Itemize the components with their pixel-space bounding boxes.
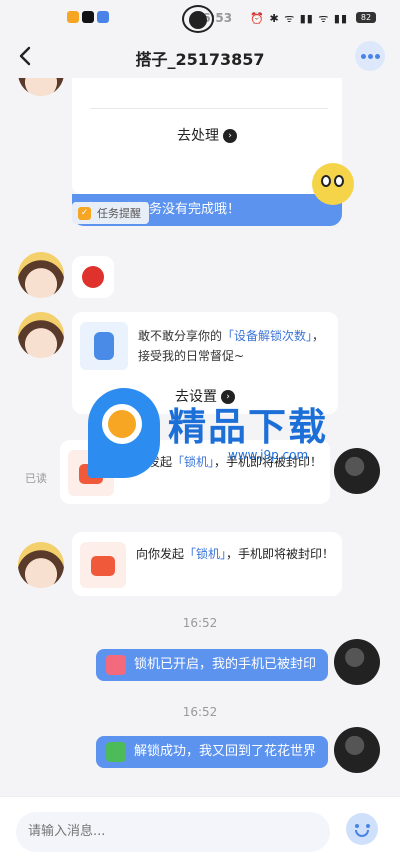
timestamp: 16:52 <box>182 616 218 630</box>
top-bar: 搭子_25173857 <box>0 36 400 78</box>
camera-cutout <box>182 5 214 33</box>
mascot-icon <box>312 163 354 205</box>
my-avatar[interactable] <box>334 727 380 773</box>
unlock-icon <box>105 742 126 762</box>
share-card-highlight: 「设备解锁次数」 <box>222 329 313 343</box>
watermark-brand: 精品下载 <box>168 405 329 449</box>
task-reminder-tag[interactable]: ✓ 任务提醒 <box>72 202 149 224</box>
divider <box>90 108 328 109</box>
tiktok-icon <box>82 11 94 23</box>
handle-task-button[interactable]: 去处理 › <box>72 125 342 145</box>
chat-title: 搭子_25173857 <box>135 50 265 69</box>
notification-icons <box>67 11 109 23</box>
status-bar: 16:53 ⏰ ✱ ᯤ ▮▮ ᯤ ▮▮ 82 <box>0 0 400 36</box>
angry-emoji-message[interactable] <box>72 256 114 298</box>
my-avatar[interactable] <box>334 448 380 494</box>
handle-task-label: 去处理 <box>177 128 219 144</box>
task-card[interactable]: 去处理 › 今天还有任务没有完成哦！ <box>72 78 342 226</box>
partner-avatar[interactable] <box>18 252 64 298</box>
battery-indicator: 82 <box>356 12 376 23</box>
watermark: 精品下载 www.j9p.com <box>88 388 328 498</box>
partner-avatar[interactable] <box>18 542 64 588</box>
more-options-icon[interactable] <box>355 41 385 71</box>
unlock-success-message[interactable]: 解锁成功，我又回到了花花世界 <box>95 736 328 768</box>
lock-icon <box>105 655 126 675</box>
timestamp: 16:52 <box>182 705 218 719</box>
check-icon: ✓ <box>78 206 91 220</box>
partner-avatar[interactable] <box>18 312 64 358</box>
app-notification-icon <box>67 11 79 23</box>
task-reminder-label: 任务提醒 <box>97 207 141 220</box>
share-card-text: 敢不敢分享你的「设备解锁次数」，接受我的日常督促~ <box>138 329 325 363</box>
lock-card-text: 向你发起「锁机」，手机即将被封印！ <box>136 547 335 561</box>
chevron-right-icon: › <box>223 129 237 143</box>
emoji-icon[interactable] <box>346 813 378 845</box>
app-notification-icon <box>97 11 109 23</box>
system-status-icons: ⏰ ✱ ᯤ ▮▮ ᯤ ▮▮ <box>250 12 348 25</box>
my-avatar[interactable] <box>334 639 380 685</box>
watermark-logo-icon <box>88 388 160 478</box>
phone-mascot-icon <box>80 322 128 370</box>
message-input[interactable] <box>16 812 330 852</box>
received-lock-card[interactable]: 向你发起「锁机」，手机即将被封印！ <box>72 532 342 596</box>
composer-bar <box>0 796 400 867</box>
read-status: 已读 <box>25 472 47 485</box>
angry-face-icon <box>82 266 104 288</box>
partner-avatar[interactable] <box>18 78 64 96</box>
watermark-url: www.j9p.com <box>228 448 309 462</box>
lock-enabled-message[interactable]: 锁机已开启，我的手机已被封印 <box>95 649 328 681</box>
lock-icon <box>80 542 126 588</box>
message-list[interactable]: 去处理 › 今天还有任务没有完成哦！ ✓ 任务提醒 敢不敢分享你的「设备解锁次数」，… <box>0 78 400 796</box>
